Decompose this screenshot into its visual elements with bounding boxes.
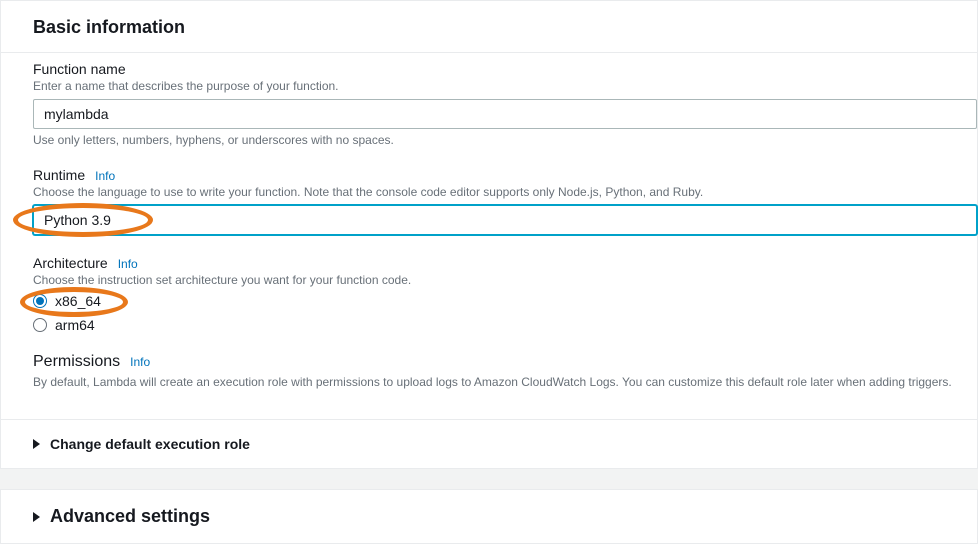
runtime-info-link[interactable]: Info <box>95 169 115 183</box>
permissions-hint: By default, Lambda will create an execut… <box>33 375 977 389</box>
function-name-field: Function name Enter a name that describe… <box>33 61 977 147</box>
function-name-input[interactable] <box>33 99 977 129</box>
architecture-option-x86[interactable]: x86_64 <box>33 293 977 309</box>
radio-label: x86_64 <box>55 293 101 309</box>
architecture-info-link[interactable]: Info <box>118 257 138 271</box>
runtime-select[interactable]: Python 3.9 <box>33 205 977 235</box>
runtime-hint: Choose the language to use to write your… <box>33 185 977 199</box>
panel-title: Basic information <box>1 1 977 52</box>
runtime-label: Runtime <box>33 167 85 183</box>
radio-icon <box>33 318 47 332</box>
advanced-settings-panel: Advanced settings <box>0 489 978 544</box>
advanced-settings-label: Advanced settings <box>50 506 210 527</box>
function-name-constraint: Use only letters, numbers, hyphens, or u… <box>33 133 977 147</box>
architecture-field: Architecture Info Choose the instruction… <box>33 255 977 333</box>
architecture-radio-group: x86_64 arm64 <box>33 293 977 333</box>
caret-right-icon <box>33 439 40 449</box>
runtime-field: Runtime Info Choose the language to use … <box>33 167 977 235</box>
architecture-option-arm64[interactable]: arm64 <box>33 317 977 333</box>
permissions-label: Permissions <box>33 353 120 371</box>
function-name-label: Function name <box>33 61 977 77</box>
permissions-info-link[interactable]: Info <box>130 355 150 369</box>
radio-icon <box>33 294 47 308</box>
advanced-settings-expander[interactable]: Advanced settings <box>1 490 977 543</box>
architecture-label: Architecture <box>33 255 108 271</box>
change-role-label: Change default execution role <box>50 436 250 452</box>
basic-information-panel: Basic information Function name Enter a … <box>0 0 978 469</box>
caret-right-icon <box>33 512 40 522</box>
permissions-field: Permissions Info By default, Lambda will… <box>33 353 977 389</box>
architecture-hint: Choose the instruction set architecture … <box>33 273 977 287</box>
radio-label: arm64 <box>55 317 95 333</box>
change-default-execution-role-expander[interactable]: Change default execution role <box>1 419 977 468</box>
function-name-hint: Enter a name that describes the purpose … <box>33 79 977 93</box>
panel-body: Function name Enter a name that describe… <box>1 52 977 419</box>
